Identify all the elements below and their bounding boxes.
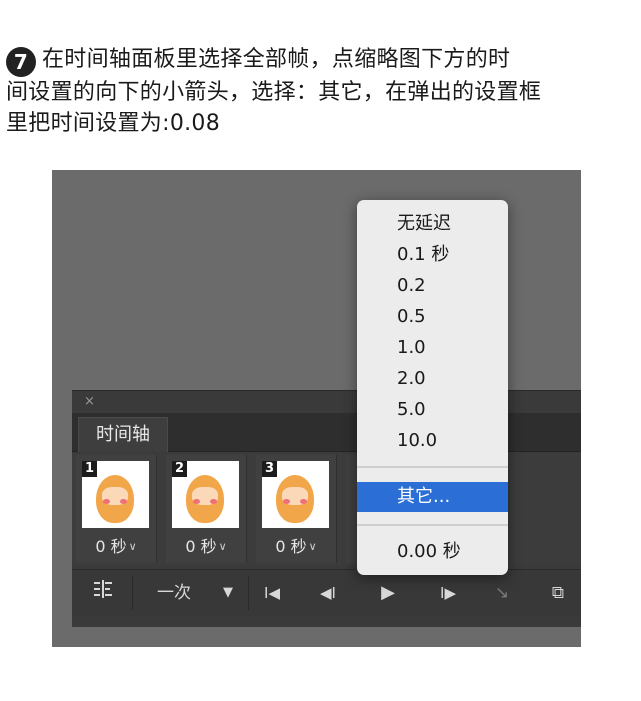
menu-item-0-5[interactable]: 0.5 bbox=[357, 301, 508, 332]
menu-item-5-0[interactable]: 5.0 bbox=[357, 394, 508, 425]
screenshot-area: × 时间轴 1 0 秒 ∨ 2 0 秒 ∨ 3 0 秒 ∨ 一次 ▼ I◀ ◀I… bbox=[52, 170, 581, 647]
menu-separator bbox=[357, 524, 508, 526]
timeline-toolbar: 一次 ▼ I◀ ◀I ▶ I▶ ↘ ⧉ bbox=[72, 569, 581, 616]
egg-character-icon bbox=[96, 475, 134, 523]
frame-3[interactable]: 3 0 秒 ∨ bbox=[256, 455, 337, 563]
menu-item-1-0[interactable]: 1.0 bbox=[357, 332, 508, 363]
frame-delay[interactable]: 0 秒 ∨ bbox=[166, 533, 246, 557]
instruction-line-3: 里把时间设置为:0.08 bbox=[6, 111, 220, 136]
new-frame-icon[interactable]: ⧉ bbox=[538, 570, 578, 616]
loop-options[interactable]: 一次 bbox=[144, 570, 204, 616]
egg-character-icon bbox=[186, 475, 224, 523]
delay-dropdown-menu: 无延迟 0.1 秒 0.2 0.5 1.0 2.0 5.0 10.0 其它...… bbox=[357, 200, 508, 575]
instruction-line-1: 7 在时间轴面板里选择全部帧，点缩略图下方的时 bbox=[6, 44, 638, 77]
convert-icon[interactable] bbox=[78, 570, 128, 616]
frame-delay-value: 0 秒 bbox=[95, 537, 127, 556]
instruction-line-2: 间设置的向下的小箭头，选择：其它，在弹出的设置框 bbox=[6, 80, 542, 105]
frame-thumbnail: 1 bbox=[82, 461, 149, 528]
chevron-down-icon[interactable]: ∨ bbox=[309, 540, 317, 553]
frame-thumbnail: 2 bbox=[172, 461, 239, 528]
tween-icon[interactable]: ↘ bbox=[482, 570, 522, 616]
step-number-badge: 7 bbox=[6, 47, 36, 77]
menu-item-other[interactable]: 其它... bbox=[357, 482, 508, 512]
loop-dropdown-icon[interactable]: ▼ bbox=[212, 570, 244, 616]
menu-item-no-delay[interactable]: 无延迟 bbox=[357, 208, 508, 239]
frame-number: 2 bbox=[172, 461, 188, 477]
frame-delay-value: 0 秒 bbox=[185, 537, 217, 556]
frame-number: 3 bbox=[262, 461, 278, 477]
frame-number: 1 bbox=[82, 461, 98, 477]
frame-thumbnail: 3 bbox=[262, 461, 329, 528]
frame-delay[interactable]: 0 秒 ∨ bbox=[256, 533, 336, 557]
close-icon[interactable]: × bbox=[84, 394, 95, 409]
frame-delay-value: 0 秒 bbox=[275, 537, 307, 556]
instruction-line-1-text: 在时间轴面板里选择全部帧，点缩略图下方的时 bbox=[42, 47, 511, 72]
menu-item-0-1[interactable]: 0.1 秒 bbox=[357, 239, 508, 270]
frame-delay[interactable]: 0 秒 ∨ bbox=[76, 533, 156, 557]
chevron-down-icon[interactable]: ∨ bbox=[129, 540, 137, 553]
first-frame-icon[interactable]: I◀ bbox=[252, 570, 292, 616]
frame-1[interactable]: 1 0 秒 ∨ bbox=[76, 455, 157, 563]
frame-2[interactable]: 2 0 秒 ∨ bbox=[166, 455, 247, 563]
chevron-down-icon[interactable]: ∨ bbox=[219, 540, 227, 553]
menu-item-current-delay[interactable]: 0.00 秒 bbox=[357, 536, 508, 567]
next-frame-icon[interactable]: I▶ bbox=[428, 570, 468, 616]
menu-item-10-0[interactable]: 10.0 bbox=[357, 425, 508, 456]
instruction-text: 7 在时间轴面板里选择全部帧，点缩略图下方的时 间设置的向下的小箭头，选择：其它，… bbox=[6, 44, 638, 139]
tab-timeline[interactable]: 时间轴 bbox=[78, 417, 168, 452]
menu-item-2-0[interactable]: 2.0 bbox=[357, 363, 508, 394]
prev-frame-icon[interactable]: ◀I bbox=[308, 570, 348, 616]
play-icon[interactable]: ▶ bbox=[368, 570, 408, 616]
convert-glyph bbox=[94, 580, 112, 598]
menu-item-0-2[interactable]: 0.2 bbox=[357, 270, 508, 301]
menu-separator bbox=[357, 466, 508, 468]
egg-character-icon bbox=[276, 475, 314, 523]
